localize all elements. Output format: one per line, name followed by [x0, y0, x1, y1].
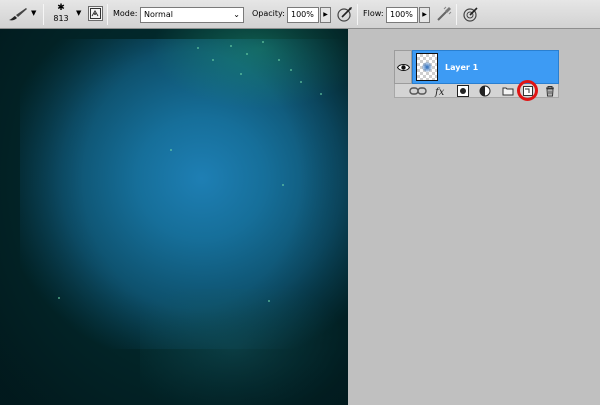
flow-input[interactable]: 100% [386, 7, 418, 23]
toolbar-divider [456, 4, 457, 25]
brush-panel-icon [90, 8, 101, 19]
canvas-speck [58, 297, 60, 299]
canvas-vignette [0, 29, 348, 405]
toolbar-divider [43, 4, 44, 25]
svg-text:fx: fx [434, 87, 445, 97]
layer-row[interactable]: Layer 1 [394, 50, 559, 84]
adjustment-icon[interactable] [479, 85, 491, 97]
link-icon[interactable] [409, 85, 427, 97]
layer-thumbnail-content [422, 62, 432, 72]
brush-size-value: 813 [53, 14, 69, 23]
tablet-pressure-size-button[interactable] [462, 5, 480, 23]
flow-slider-button[interactable]: ▶ [419, 7, 430, 23]
chevron-down-icon[interactable]: ▼ [76, 9, 81, 18]
layer-name: Layer 1 [445, 63, 479, 72]
canvas-speck [282, 184, 284, 186]
canvas-speck [262, 41, 264, 43]
canvas-speck [240, 73, 242, 75]
canvas-speck [246, 53, 248, 55]
layer-selected[interactable]: Layer 1 [412, 50, 559, 84]
mask-icon[interactable] [457, 85, 469, 97]
tablet-pressure-icon [463, 7, 478, 22]
document-canvas[interactable] [0, 29, 348, 405]
canvas-speck [230, 45, 232, 47]
tablet-pressure-icon [337, 7, 352, 22]
chevron-down-icon: ▼ [31, 9, 37, 17]
trash-icon[interactable] [544, 85, 556, 97]
eye-icon [397, 64, 410, 71]
layer-visibility-toggle[interactable] [394, 50, 412, 84]
toolbar-divider [357, 4, 358, 25]
opacity-input[interactable]: 100% [287, 7, 319, 23]
toolbar-divider [107, 4, 108, 25]
airbrush-button[interactable] [435, 5, 453, 23]
opacity-label: Opacity: [252, 9, 285, 18]
opacity-slider-button[interactable]: ▶ [320, 7, 331, 23]
annotation-highlight-circle [517, 80, 538, 101]
mode-select[interactable]: Normal ⌄ [140, 7, 244, 23]
canvas-speck [290, 69, 292, 71]
tablet-pressure-opacity-button[interactable] [336, 5, 354, 23]
mode-label: Mode: [113, 9, 138, 18]
canvas-speck [268, 300, 270, 302]
canvas-speck [212, 59, 214, 61]
airbrush-icon [437, 6, 452, 21]
canvas-speck [300, 81, 302, 83]
mode-select-value: Normal [144, 10, 173, 19]
fx-icon[interactable]: fx [434, 85, 448, 97]
brush-panel-button[interactable] [88, 6, 103, 21]
flow-label: Flow: [363, 9, 384, 18]
layer-thumbnail [416, 53, 438, 81]
brush-icon [9, 8, 27, 21]
brush-tip-icon: ✱ [57, 3, 65, 13]
brush-size-picker[interactable]: ✱ 813 [48, 3, 74, 27]
chevron-down-icon: ⌄ [233, 10, 240, 19]
canvas-speck [170, 149, 172, 151]
group-folder-icon[interactable] [502, 85, 514, 97]
canvas-speck [197, 47, 199, 49]
canvas-speck [320, 93, 322, 95]
options-bar: ▼ ✱ 813 ▼ Mode: Normal ⌄ Opacity: 100% ▶… [0, 0, 600, 29]
canvas-speck [278, 59, 280, 61]
tool-preset-picker[interactable]: ▼ [4, 4, 40, 25]
